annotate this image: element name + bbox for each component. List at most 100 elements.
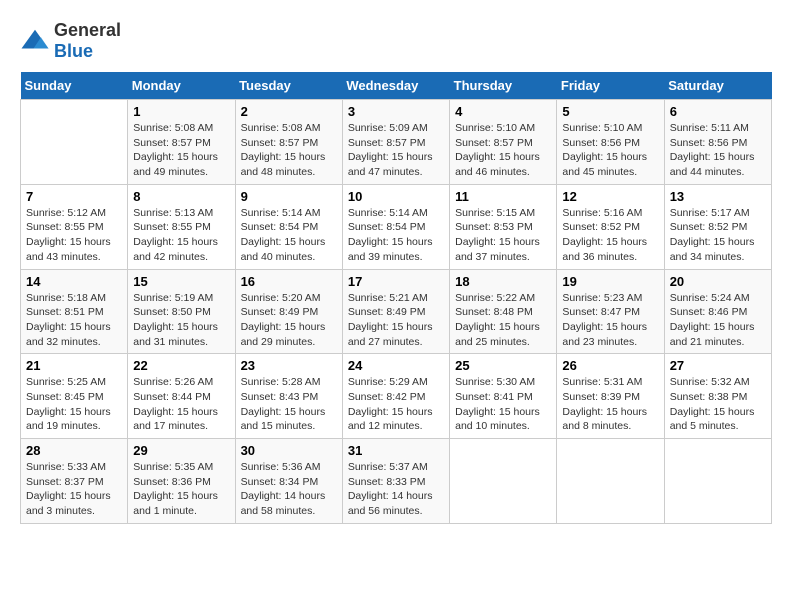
day-number: 24 bbox=[348, 358, 444, 373]
day-number: 5 bbox=[562, 104, 658, 119]
day-cell: 13 Sunrise: 5:17 AMSunset: 8:52 PMDayligh… bbox=[664, 184, 771, 269]
day-cell: 17Sunrise: 5:21 AMSunset: 8:49 PMDayligh… bbox=[342, 269, 449, 354]
day-number: 26 bbox=[562, 358, 658, 373]
day-header-sunday: Sunday bbox=[21, 72, 128, 100]
day-info: Sunrise: 5:12 AMSunset: 8:55 PMDaylight:… bbox=[26, 206, 122, 265]
day-info: Sunrise: 5:13 AMSunset: 8:55 PMDaylight:… bbox=[133, 206, 229, 265]
day-header-monday: Monday bbox=[128, 72, 235, 100]
day-cell: 25 Sunrise: 5:30 AMSunset: 8:41 PMDayligh… bbox=[450, 354, 557, 439]
day-cell: 9 Sunrise: 5:14 AMSunset: 8:54 PMDaylight… bbox=[235, 184, 342, 269]
day-number: 27 bbox=[670, 358, 766, 373]
day-cell: 11 Sunrise: 5:15 AMSunset: 8:53 PMDayligh… bbox=[450, 184, 557, 269]
day-number: 11 bbox=[455, 189, 551, 204]
day-cell: 12Sunrise: 5:16 AMSunset: 8:52 PMDayligh… bbox=[557, 184, 664, 269]
day-cell: 19 Sunrise: 5:23 AMSunset: 8:47 PMDayligh… bbox=[557, 269, 664, 354]
day-cell: 7Sunrise: 5:12 AMSunset: 8:55 PMDaylight… bbox=[21, 184, 128, 269]
week-row-3: 14Sunrise: 5:18 AMSunset: 8:51 PMDayligh… bbox=[21, 269, 772, 354]
day-info: Sunrise: 5:09 AMSunset: 8:57 PMDaylight:… bbox=[348, 121, 444, 180]
logo: General Blue bbox=[20, 20, 121, 62]
day-number: 15 bbox=[133, 274, 229, 289]
logo-icon bbox=[20, 26, 50, 56]
day-number: 21 bbox=[26, 358, 122, 373]
day-header-friday: Friday bbox=[557, 72, 664, 100]
day-info: Sunrise: 5:35 AMSunset: 8:36 PMDaylight:… bbox=[133, 460, 229, 519]
days-header-row: SundayMondayTuesdayWednesdayThursdayFrid… bbox=[21, 72, 772, 100]
day-number: 18 bbox=[455, 274, 551, 289]
day-number: 16 bbox=[241, 274, 337, 289]
day-header-saturday: Saturday bbox=[664, 72, 771, 100]
day-cell: 29 Sunrise: 5:35 AMSunset: 8:36 PMDayligh… bbox=[128, 439, 235, 524]
week-row-1: 1Sunrise: 5:08 AMSunset: 8:57 PMDaylight… bbox=[21, 100, 772, 185]
day-info: Sunrise: 5:11 AMSunset: 8:56 PMDaylight:… bbox=[670, 121, 766, 180]
day-number: 20 bbox=[670, 274, 766, 289]
day-info: Sunrise: 5:30 AMSunset: 8:41 PMDaylight:… bbox=[455, 375, 551, 434]
day-cell: 6 Sunrise: 5:11 AMSunset: 8:56 PMDaylight… bbox=[664, 100, 771, 185]
day-cell: 10 Sunrise: 5:14 AMSunset: 8:54 PMDayligh… bbox=[342, 184, 449, 269]
day-info: Sunrise: 5:23 AMSunset: 8:47 PMDaylight:… bbox=[562, 291, 658, 350]
day-info: Sunrise: 5:19 AMSunset: 8:50 PMDaylight:… bbox=[133, 291, 229, 350]
day-info: Sunrise: 5:36 AMSunset: 8:34 PMDaylight:… bbox=[241, 460, 337, 519]
day-number: 22 bbox=[133, 358, 229, 373]
day-cell: 8 Sunrise: 5:13 AMSunset: 8:55 PMDaylight… bbox=[128, 184, 235, 269]
day-cell bbox=[450, 439, 557, 524]
day-cell: 15 Sunrise: 5:19 AMSunset: 8:50 PMDayligh… bbox=[128, 269, 235, 354]
day-info: Sunrise: 5:15 AMSunset: 8:53 PMDaylight:… bbox=[455, 206, 551, 265]
header: General Blue bbox=[20, 20, 772, 62]
day-number: 2 bbox=[241, 104, 337, 119]
day-cell: 20 Sunrise: 5:24 AMSunset: 8:46 PMDayligh… bbox=[664, 269, 771, 354]
day-info: Sunrise: 5:31 AMSunset: 8:39 PMDaylight:… bbox=[562, 375, 658, 434]
week-row-4: 21Sunrise: 5:25 AMSunset: 8:45 PMDayligh… bbox=[21, 354, 772, 439]
day-number: 28 bbox=[26, 443, 122, 458]
day-number: 8 bbox=[133, 189, 229, 204]
day-info: Sunrise: 5:14 AMSunset: 8:54 PMDaylight:… bbox=[348, 206, 444, 265]
day-number: 13 bbox=[670, 189, 766, 204]
day-cell: 14Sunrise: 5:18 AMSunset: 8:51 PMDayligh… bbox=[21, 269, 128, 354]
day-cell: 21Sunrise: 5:25 AMSunset: 8:45 PMDayligh… bbox=[21, 354, 128, 439]
day-cell: 1Sunrise: 5:08 AMSunset: 8:57 PMDaylight… bbox=[128, 100, 235, 185]
week-row-2: 7Sunrise: 5:12 AMSunset: 8:55 PMDaylight… bbox=[21, 184, 772, 269]
day-cell: 16 Sunrise: 5:20 AMSunset: 8:49 PMDayligh… bbox=[235, 269, 342, 354]
week-row-5: 28Sunrise: 5:33 AMSunset: 8:37 PMDayligh… bbox=[21, 439, 772, 524]
day-info: Sunrise: 5:08 AMSunset: 8:57 PMDaylight:… bbox=[241, 121, 337, 180]
day-cell: 18 Sunrise: 5:22 AMSunset: 8:48 PMDayligh… bbox=[450, 269, 557, 354]
day-info: Sunrise: 5:32 AMSunset: 8:38 PMDaylight:… bbox=[670, 375, 766, 434]
day-info: Sunrise: 5:29 AMSunset: 8:42 PMDaylight:… bbox=[348, 375, 444, 434]
day-info: Sunrise: 5:08 AMSunset: 8:57 PMDaylight:… bbox=[133, 121, 229, 180]
day-cell: 23 Sunrise: 5:28 AMSunset: 8:43 PMDayligh… bbox=[235, 354, 342, 439]
day-cell: 27 Sunrise: 5:32 AMSunset: 8:38 PMDayligh… bbox=[664, 354, 771, 439]
day-info: Sunrise: 5:22 AMSunset: 8:48 PMDaylight:… bbox=[455, 291, 551, 350]
logo-general: General bbox=[54, 20, 121, 40]
day-info: Sunrise: 5:14 AMSunset: 8:54 PMDaylight:… bbox=[241, 206, 337, 265]
day-cell: 31Sunrise: 5:37 AMSunset: 8:33 PMDayligh… bbox=[342, 439, 449, 524]
day-info: Sunrise: 5:10 AMSunset: 8:56 PMDaylight:… bbox=[562, 121, 658, 180]
day-number: 4 bbox=[455, 104, 551, 119]
day-header-tuesday: Tuesday bbox=[235, 72, 342, 100]
day-info: Sunrise: 5:24 AMSunset: 8:46 PMDaylight:… bbox=[670, 291, 766, 350]
day-cell: 24 Sunrise: 5:29 AMSunset: 8:42 PMDayligh… bbox=[342, 354, 449, 439]
day-number: 31 bbox=[348, 443, 444, 458]
day-cell: 4 Sunrise: 5:10 AMSunset: 8:57 PMDaylight… bbox=[450, 100, 557, 185]
logo-blue: Blue bbox=[54, 41, 93, 61]
day-info: Sunrise: 5:16 AMSunset: 8:52 PMDaylight:… bbox=[562, 206, 658, 265]
day-number: 3 bbox=[348, 104, 444, 119]
day-number: 23 bbox=[241, 358, 337, 373]
day-cell bbox=[21, 100, 128, 185]
day-number: 29 bbox=[133, 443, 229, 458]
day-number: 30 bbox=[241, 443, 337, 458]
day-cell: 22 Sunrise: 5:26 AMSunset: 8:44 PMDayligh… bbox=[128, 354, 235, 439]
day-number: 14 bbox=[26, 274, 122, 289]
calendar-table: SundayMondayTuesdayWednesdayThursdayFrid… bbox=[20, 72, 772, 524]
day-number: 9 bbox=[241, 189, 337, 204]
day-number: 10 bbox=[348, 189, 444, 204]
day-info: Sunrise: 5:10 AMSunset: 8:57 PMDaylight:… bbox=[455, 121, 551, 180]
day-number: 19 bbox=[562, 274, 658, 289]
day-info: Sunrise: 5:20 AMSunset: 8:49 PMDaylight:… bbox=[241, 291, 337, 350]
day-number: 6 bbox=[670, 104, 766, 119]
day-header-wednesday: Wednesday bbox=[342, 72, 449, 100]
day-number: 25 bbox=[455, 358, 551, 373]
day-cell: 26 Sunrise: 5:31 AMSunset: 8:39 PMDayligh… bbox=[557, 354, 664, 439]
day-info: Sunrise: 5:28 AMSunset: 8:43 PMDaylight:… bbox=[241, 375, 337, 434]
day-info: Sunrise: 5:26 AMSunset: 8:44 PMDaylight:… bbox=[133, 375, 229, 434]
day-cell: 28Sunrise: 5:33 AMSunset: 8:37 PMDayligh… bbox=[21, 439, 128, 524]
day-info: Sunrise: 5:17 AMSunset: 8:52 PMDaylight:… bbox=[670, 206, 766, 265]
